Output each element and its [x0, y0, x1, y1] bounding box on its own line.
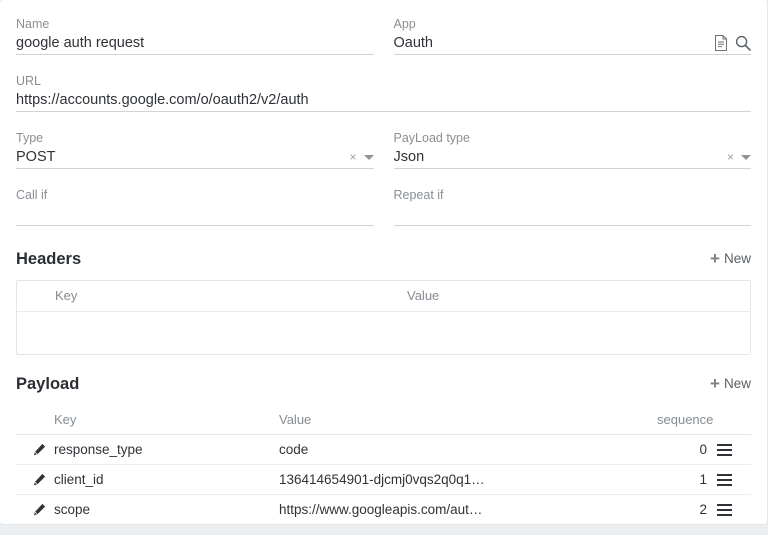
field-name[interactable]: Name google auth request [16, 16, 374, 59]
table-row[interactable]: response_type code 0 [16, 435, 751, 465]
payload-type-label: PayLoad type [393, 131, 470, 145]
table-row[interactable]: client_id 136414654901-djcmj0vqs2q0q1… 1 [16, 465, 751, 495]
headers-new-button[interactable]: + New [710, 250, 751, 268]
drag-handle-icon[interactable] [717, 503, 732, 516]
drag-handle-icon[interactable] [717, 443, 732, 456]
type-label: Type [16, 131, 44, 145]
row-value: https://www.googleapis.com/aut… [279, 502, 483, 517]
name-label: Name [16, 17, 50, 31]
pencil-icon[interactable] [33, 473, 46, 486]
app-input[interactable]: Oauth [394, 32, 752, 54]
field-repeat-if[interactable]: Repeat if [393, 187, 752, 230]
payload-new-button[interactable]: + New [710, 375, 751, 393]
payload-section-header: Payload + New [16, 373, 751, 395]
payload-type-field-icons: × [727, 146, 751, 168]
field-app[interactable]: App Oauth [393, 16, 752, 59]
search-icon[interactable] [735, 35, 751, 51]
call-if-underline [16, 225, 374, 226]
headers-table-head: Key Value [17, 281, 750, 312]
headers-new-label: New [723, 251, 751, 266]
handle-cell [717, 473, 751, 486]
edit-cell [16, 443, 54, 456]
field-url[interactable]: URL https://accounts.google.com/o/oauth2… [16, 73, 751, 116]
payload-type-select-value[interactable]: Json [394, 146, 752, 168]
pencil-icon[interactable] [33, 443, 46, 456]
handle-cell [717, 443, 751, 456]
form-row-callif-repeatif: Call if Repeat if [16, 187, 751, 230]
payload-title: Payload [16, 375, 80, 393]
row-sequence: 1 [699, 472, 707, 487]
row-key: scope [54, 502, 91, 517]
field-payload-type[interactable]: PayLoad type Json × [393, 130, 752, 173]
app-label: App [393, 17, 416, 31]
payload-type-underline [393, 168, 751, 169]
url-label: URL [16, 74, 42, 88]
headers-section-header: Headers + New [16, 248, 751, 270]
app-underline [393, 54, 751, 55]
row-key: response_type [54, 442, 143, 457]
request-editor-card: Name google auth request App Oauth URL h… [0, 0, 768, 525]
payload-table: Key Value sequence response_type code 0 [16, 405, 751, 524]
field-type[interactable]: Type POST × [16, 130, 374, 173]
edit-cell [16, 503, 54, 516]
field-call-if[interactable]: Call if [16, 187, 374, 230]
payload-column-key: Key [54, 412, 77, 427]
drag-handle-icon[interactable] [717, 473, 732, 486]
row-key: client_id [54, 472, 104, 487]
payload-column-sequence: sequence [657, 412, 714, 427]
type-field-icons: × [349, 146, 374, 168]
name-underline [16, 54, 374, 55]
document-icon[interactable] [714, 35, 728, 51]
chevron-down-icon[interactable] [741, 154, 751, 160]
headers-title: Headers [16, 250, 82, 268]
form-row-name-app: Name google auth request App Oauth [16, 16, 751, 59]
type-underline [16, 168, 374, 169]
name-input[interactable]: google auth request [16, 32, 374, 54]
chevron-down-icon[interactable] [363, 154, 374, 160]
payload-column-value: Value [279, 412, 312, 427]
type-clear-icon[interactable]: × [349, 151, 356, 163]
form-row-url: URL https://accounts.google.com/o/oauth2… [16, 73, 751, 116]
edit-cell [16, 473, 54, 486]
handle-cell [717, 503, 751, 516]
row-sequence: 0 [699, 442, 707, 457]
repeat-if-label: Repeat if [393, 188, 444, 202]
row-value: code [279, 442, 309, 457]
url-underline [16, 111, 751, 112]
row-value: 136414654901-djcmj0vqs2q0q1… [279, 472, 485, 487]
payload-table-head: Key Value sequence [16, 405, 751, 435]
payload-new-label: New [723, 376, 751, 391]
headers-column-value: Value [407, 288, 440, 303]
headers-table: Key Value [16, 280, 751, 355]
row-sequence: 2 [699, 502, 707, 517]
url-input[interactable]: https://accounts.google.com/o/oauth2/v2/… [16, 89, 751, 111]
headers-table-body-empty [17, 312, 750, 354]
headers-column-key: Key [55, 288, 78, 303]
form-row-type-payloadtype: Type POST × PayLoad type Json × [16, 130, 751, 173]
repeat-if-underline [393, 225, 751, 226]
payload-type-clear-icon[interactable]: × [727, 151, 734, 163]
table-row[interactable]: scope https://www.googleapis.com/aut… 2 [16, 495, 751, 524]
type-select-value[interactable]: POST [16, 146, 374, 168]
pencil-icon[interactable] [33, 503, 46, 516]
plus-icon: + [710, 249, 720, 268]
repeat-if-input[interactable] [394, 203, 752, 225]
call-if-label: Call if [16, 188, 48, 202]
call-if-input[interactable] [16, 203, 374, 225]
plus-icon: + [710, 374, 720, 393]
app-field-icons [714, 32, 751, 54]
